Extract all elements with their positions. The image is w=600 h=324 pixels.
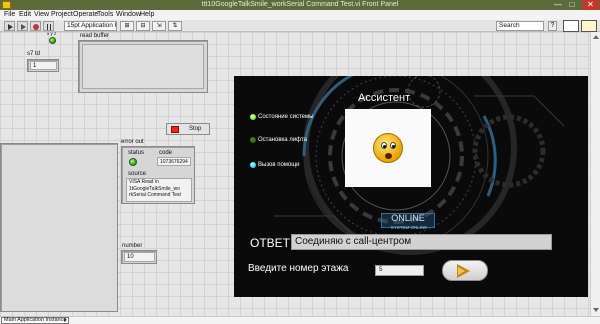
close-button[interactable]: ✕	[582, 0, 599, 10]
read-buffer-label: read buffer	[80, 33, 109, 39]
minimize-button[interactable]: —	[552, 0, 564, 10]
read-buffer-display	[82, 44, 204, 89]
call-help-label: Вызов помощи	[258, 162, 300, 168]
error-status-led	[129, 158, 137, 166]
context-help-button[interactable]: ?	[548, 21, 557, 31]
abort-icon	[33, 24, 39, 30]
title-bar: ttt10GoogleTalkSmile_workSerial Command …	[0, 0, 600, 10]
vi-icon[interactable]	[581, 20, 597, 32]
menu-bar: File Edit View Project Operate Tools Win…	[0, 10, 600, 20]
elevator-stop-led	[250, 137, 256, 143]
answer-field: Соединяю с call-центром	[291, 234, 552, 250]
menu-edit[interactable]: Edit	[19, 11, 31, 18]
pause-icon	[47, 24, 51, 30]
menu-operate[interactable]: Operate	[73, 11, 98, 18]
status-bar: Main Application Instance	[0, 316, 600, 324]
st-label: s7 td	[27, 51, 41, 57]
number-label: number	[122, 243, 143, 249]
distribute-objects-button[interactable]: ⊟	[136, 21, 150, 31]
stop-square-icon	[171, 126, 179, 133]
st-value[interactable]: 1	[30, 61, 57, 70]
menu-window[interactable]: Window	[116, 11, 141, 18]
call-help-led	[250, 162, 256, 168]
vertical-scrollbar[interactable]	[590, 32, 600, 316]
led-top-label: x y z	[47, 31, 57, 36]
stop-label: Stop	[189, 126, 202, 132]
maximize-button[interactable]: □	[566, 0, 578, 10]
menu-tools[interactable]: Tools	[97, 11, 113, 18]
menu-help[interactable]: Help	[140, 11, 154, 18]
run-continuously-button[interactable]	[17, 21, 28, 31]
menu-project[interactable]: Project	[51, 11, 73, 18]
error-out-label: error out	[121, 139, 144, 145]
avatar-display	[345, 109, 431, 187]
search-input[interactable]: Search	[496, 21, 544, 31]
online-subtext: SYSTEM ONLINE	[390, 225, 428, 230]
window-title: ttt10GoogleTalkSmile_workSerial Command …	[201, 1, 399, 8]
smiley-mouth	[385, 153, 392, 159]
align-objects-button[interactable]: ⊞	[120, 21, 134, 31]
code-label: code	[159, 150, 173, 156]
blank-indicator	[0, 143, 118, 312]
instance-arrow-icon[interactable]	[64, 318, 67, 322]
elevator-stop-label: Остановка лифта	[258, 137, 307, 143]
run-arrow-icon	[8, 24, 13, 30]
assistant-hud-panel: Ассистент Состояние системы Остановка ли…	[234, 76, 588, 297]
smiley-right-eye	[390, 142, 396, 149]
status-label: status	[128, 150, 145, 156]
surprised-smiley-icon	[373, 133, 403, 163]
connector-pane-icon[interactable]	[563, 20, 579, 32]
menu-file[interactable]: File	[4, 11, 15, 18]
answer-label: ОТВЕТ	[250, 236, 291, 250]
abort-button[interactable]	[30, 21, 41, 31]
smiley-left-eye	[381, 142, 387, 149]
number-value[interactable]: 10	[124, 252, 155, 262]
scroll-down-icon[interactable]	[593, 308, 599, 312]
resize-objects-button[interactable]: ⇲	[152, 21, 166, 31]
source-value: VISA Read in 1tGoogleTalkSmile_wo rkSeri…	[126, 178, 192, 202]
menu-view[interactable]: View	[34, 11, 49, 18]
application-instance: Main Application Instance	[1, 317, 70, 324]
toolbar: 15pt Application Font ⊞ ⊟ ⇲ ⇅ Search ?	[0, 20, 600, 32]
floor-input[interactable]: 5	[375, 265, 424, 276]
run-button[interactable]	[4, 21, 15, 31]
source-label: source	[128, 171, 147, 177]
floor-label: Введите номер этажа	[248, 263, 349, 274]
scroll-up-icon[interactable]	[593, 35, 599, 39]
status-led[interactable]	[49, 37, 56, 44]
source-line-3: rkSerial Command Test	[129, 192, 181, 198]
run-continuously-icon	[21, 24, 26, 30]
pause-button[interactable]	[43, 21, 54, 31]
play-arrow-highlight	[458, 267, 465, 275]
reorder-button[interactable]: ⇅	[168, 21, 182, 31]
stop-button[interactable]: Stop	[166, 123, 210, 135]
code-value: 1073676294	[157, 157, 191, 166]
system-state-led	[250, 114, 256, 120]
font-select[interactable]: 15pt Application Font	[64, 21, 117, 31]
system-state-label: Состояние системы	[258, 114, 314, 120]
submit-floor-button[interactable]	[442, 260, 488, 281]
hud-title: Ассистент	[358, 92, 411, 104]
